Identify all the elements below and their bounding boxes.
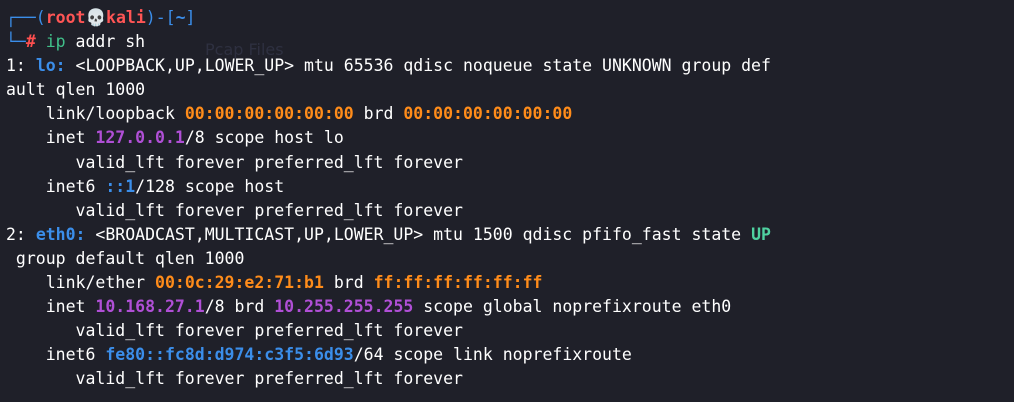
mac-address: 00:0c:29:e2:71:b1 bbox=[155, 273, 324, 293]
output-line: 2: eth0: <BROADCAST,MULTICAST,UP,LOWER_U… bbox=[6, 223, 1014, 247]
output-text: inet6 bbox=[6, 176, 106, 196]
output-text: ault qlen 1000 bbox=[6, 80, 146, 100]
output-text: scope global noprefixroute eth0 bbox=[413, 297, 732, 317]
output-text: /64 scope link noprefixroute bbox=[353, 345, 632, 365]
ipv6-address: fe80::fc8d:d974:c3f5:6d93 bbox=[105, 345, 354, 365]
output-text: inet bbox=[6, 297, 96, 317]
mac-address: 00:00:00:00:00:00 bbox=[184, 104, 354, 124]
prompt-hash: # bbox=[25, 32, 46, 52]
iface-index: 2: bbox=[6, 224, 36, 244]
output-line: valid_lft forever preferred_lft forever bbox=[6, 151, 1014, 175]
ipv4-address: 10.168.27.1 bbox=[95, 297, 205, 317]
skull-icon: 💀 bbox=[85, 8, 107, 27]
output-text: brd bbox=[353, 104, 404, 124]
prompt-line-2[interactable]: └─# ip addr sh bbox=[6, 30, 1014, 54]
command-args: addr sh bbox=[65, 32, 146, 52]
terminal-window[interactable]: Pcap Files ┌──(root💀kali)-[~] └─# ip add… bbox=[0, 0, 1014, 402]
prompt-user: root bbox=[45, 8, 86, 27]
prompt-path: ~ bbox=[175, 8, 186, 27]
prompt-corner-bottom: └─ bbox=[6, 32, 26, 52]
output-line: valid_lft forever preferred_lft forever bbox=[6, 319, 1014, 343]
iface-name: eth0: bbox=[35, 224, 86, 244]
output-line: 1: lo: <LOOPBACK,UP,LOWER_UP> mtu 65536 … bbox=[6, 54, 1014, 78]
broadcast-mac: 00:00:00:00:00:00 bbox=[403, 104, 573, 124]
prompt-corner: ┌──( bbox=[6, 8, 46, 27]
prompt-line-1: ┌──(root💀kali)-[~] bbox=[6, 6, 1014, 30]
command-name: ip bbox=[45, 32, 66, 52]
output-line: inet6 ::1/128 scope host bbox=[6, 175, 1014, 199]
output-line: inet6 fe80::fc8d:d974:c3f5:6d93/64 scope… bbox=[6, 343, 1014, 367]
iface-name: lo: bbox=[35, 56, 66, 76]
output-line: ault qlen 1000 bbox=[6, 78, 1014, 102]
output-text: /8 brd bbox=[204, 297, 275, 317]
ipv6-address: ::1 bbox=[105, 176, 136, 196]
output-text: valid_lft forever preferred_lft forever bbox=[6, 152, 463, 172]
output-text: inet bbox=[6, 128, 96, 148]
iface-state: UP bbox=[751, 224, 771, 244]
output-line: link/ether 00:0c:29:e2:71:b1 brd ff:ff:f… bbox=[6, 271, 1014, 295]
output-text: link/loopback bbox=[6, 104, 185, 124]
broadcast-address: 10.255.255.255 bbox=[274, 297, 414, 317]
output-line: link/loopback 00:00:00:00:00:00 brd 00:0… bbox=[6, 102, 1014, 126]
prompt-bracket-end: ] bbox=[185, 8, 196, 27]
iface-flags: <BROADCAST,MULTICAST,UP,LOWER_UP> mtu 15… bbox=[85, 224, 752, 244]
output-line: inet 10.168.27.1/8 brd 10.255.255.255 sc… bbox=[6, 295, 1014, 319]
output-text: /8 scope host lo bbox=[184, 128, 344, 148]
output-line: valid_lft forever preferred_lft forever bbox=[6, 199, 1014, 223]
output-text: /128 scope host bbox=[135, 176, 285, 196]
output-line: group default qlen 1000 bbox=[6, 247, 1014, 271]
output-text: valid_lft forever preferred_lft forever bbox=[6, 369, 463, 389]
prompt-separator: )-[ bbox=[145, 8, 176, 27]
iface-flags: <LOOPBACK,UP,LOWER_UP> mtu 65536 qdisc n… bbox=[65, 56, 771, 76]
output-text: inet6 bbox=[6, 345, 106, 365]
output-line: inet 127.0.0.1/8 scope host lo bbox=[6, 126, 1014, 150]
prompt-host: kali bbox=[106, 8, 146, 27]
output-text: link/ether bbox=[6, 273, 156, 293]
output-text: valid_lft forever preferred_lft forever bbox=[6, 200, 463, 220]
output-text: group default qlen 1000 bbox=[6, 248, 245, 268]
ipv4-address: 127.0.0.1 bbox=[95, 128, 185, 148]
output-text: brd bbox=[323, 273, 374, 293]
output-line: valid_lft forever preferred_lft forever bbox=[6, 367, 1014, 391]
broadcast-mac: ff:ff:ff:ff:ff:ff bbox=[373, 273, 543, 293]
output-text: valid_lft forever preferred_lft forever bbox=[6, 321, 463, 341]
iface-index: 1: bbox=[6, 56, 36, 76]
